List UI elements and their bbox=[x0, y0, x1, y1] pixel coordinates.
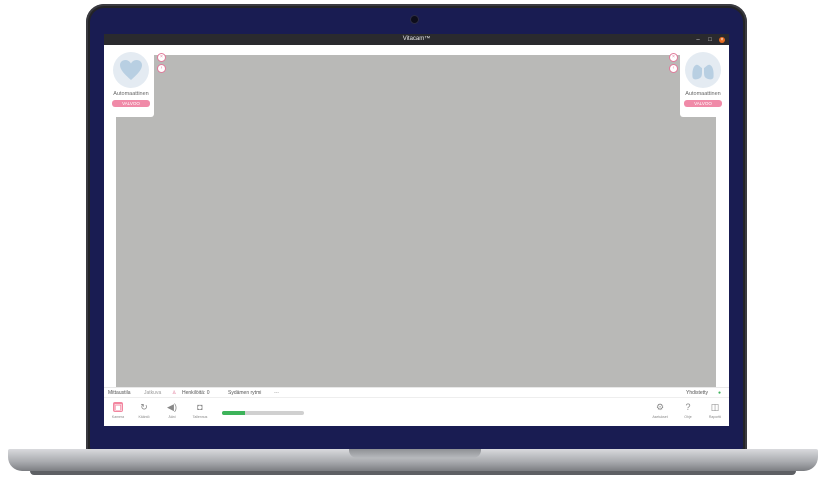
progress-bar bbox=[222, 411, 304, 415]
laptop-base-shadow bbox=[30, 471, 796, 475]
webcam-icon bbox=[411, 16, 418, 23]
camera-button[interactable]: ▣ Kamera bbox=[107, 402, 129, 424]
heart-panel-toggle-icon[interactable]: › bbox=[157, 64, 166, 73]
video-canvas bbox=[116, 55, 716, 389]
window-controls: – □ × bbox=[695, 34, 725, 45]
close-icon[interactable]: × bbox=[719, 36, 725, 43]
window-titlebar: Vitacam™ – □ × bbox=[104, 34, 729, 45]
work-area: Automaattinen VALVOO × › Automaattinen V… bbox=[104, 45, 729, 389]
sound-button-label: Ääni bbox=[168, 415, 176, 419]
lungs-panel-close-icon[interactable]: × bbox=[669, 53, 678, 62]
lungs-panel[interactable]: Automaattinen VALVOO bbox=[680, 49, 726, 117]
help-icon: ? bbox=[685, 402, 691, 412]
settings-button[interactable]: ⚙ Asetukset bbox=[649, 402, 671, 424]
heart-status-badge: VALVOO bbox=[112, 100, 150, 107]
progress-fill bbox=[222, 411, 245, 415]
report-button[interactable]: ◫ Raportti bbox=[704, 402, 726, 424]
minimize-icon[interactable]: – bbox=[695, 37, 701, 43]
report-icon: ◫ bbox=[710, 402, 720, 412]
heart-panel-label: Automaattinen bbox=[113, 91, 149, 97]
rotate-button-label: Kääntö bbox=[138, 415, 150, 419]
speaker-icon: ◀) bbox=[167, 402, 177, 412]
heart-icon bbox=[113, 52, 149, 88]
maximize-icon[interactable]: □ bbox=[707, 37, 713, 43]
record-icon: ◘ bbox=[197, 402, 203, 412]
record-button-label: Tallennus bbox=[192, 415, 208, 419]
rotate-icon: ↻ bbox=[140, 402, 148, 412]
camera-icon: ▣ bbox=[113, 402, 123, 412]
window-title: Vitacam™ bbox=[402, 36, 431, 42]
gear-icon: ⚙ bbox=[655, 402, 665, 412]
help-button[interactable]: ? Ohje bbox=[677, 402, 699, 424]
rotate-button[interactable]: ↻ Kääntö bbox=[133, 402, 155, 424]
app-screen: Vitacam™ – □ × Automaattinen VALVOO × › bbox=[104, 34, 729, 426]
settings-button-label: Asetukset bbox=[652, 415, 668, 419]
heart-panel[interactable]: Automaattinen VALVOO bbox=[108, 49, 154, 117]
laptop-notch bbox=[349, 449, 481, 458]
report-button-label: Raportti bbox=[708, 415, 722, 419]
lungs-panel-label: Automaattinen bbox=[685, 91, 721, 97]
help-button-label: Ohje bbox=[684, 415, 692, 419]
bottom-toolbar: ▣ Kamera ↻ Kääntö ◀) Ääni ◘ Tallennus ⚙ … bbox=[104, 397, 729, 426]
lungs-panel-toggle-icon[interactable]: ‹ bbox=[669, 64, 678, 73]
camera-button-label: Kamera bbox=[111, 415, 125, 419]
sound-button[interactable]: ◀) Ääni bbox=[161, 402, 183, 424]
heart-panel-close-icon[interactable]: × bbox=[157, 53, 166, 62]
lungs-status-badge: VALVOO bbox=[684, 100, 722, 107]
record-button[interactable]: ◘ Tallennus bbox=[189, 402, 211, 424]
lungs-icon bbox=[685, 52, 721, 88]
